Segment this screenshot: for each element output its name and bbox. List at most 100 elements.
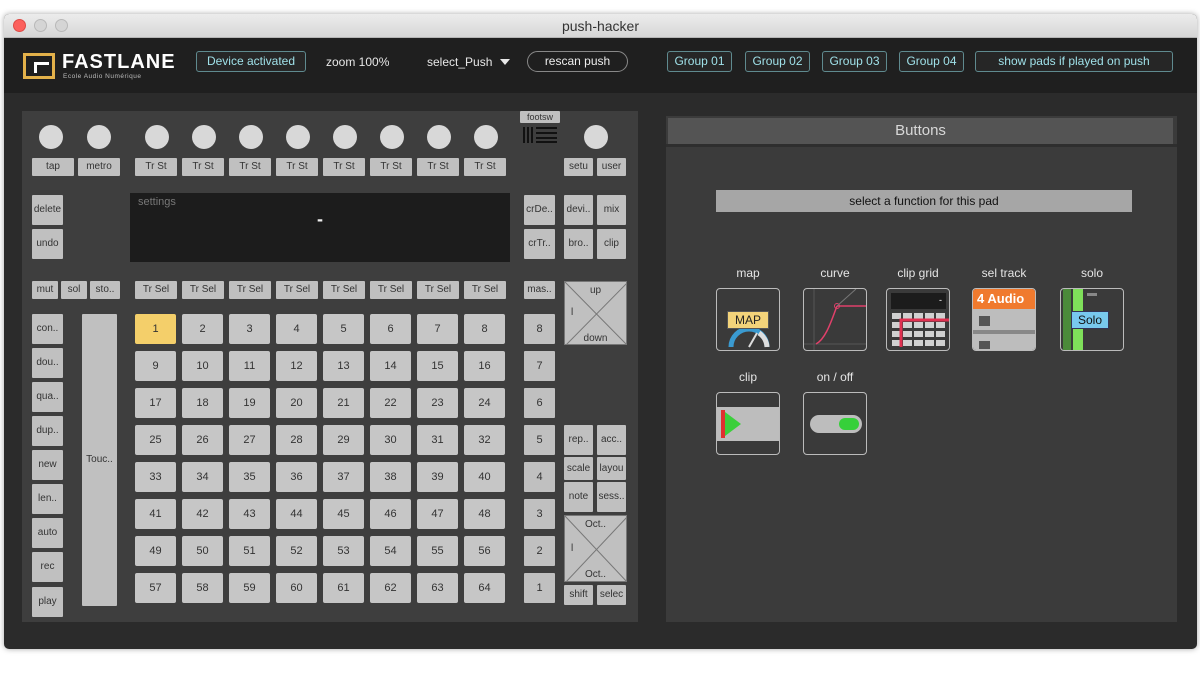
left-button-quantize[interactable]: qua.. [32, 382, 63, 412]
pad-button[interactable]: 56 [464, 536, 505, 566]
pad-button[interactable]: 3 [229, 314, 270, 344]
pad-button[interactable]: 9 [135, 351, 176, 381]
pad-button[interactable]: 31 [417, 425, 458, 455]
footswitch-label[interactable]: footsw [520, 111, 560, 123]
scene-button[interactable]: 6 [524, 388, 555, 418]
track-stop-button[interactable]: Tr St [417, 158, 459, 176]
pad-button[interactable]: 6 [370, 314, 411, 344]
device-button[interactable]: devi.. [564, 195, 593, 225]
browse-button[interactable]: bro.. [564, 229, 593, 259]
pad-button[interactable]: 55 [417, 536, 458, 566]
track-stop-button[interactable]: Tr St [370, 158, 412, 176]
track-select-button[interactable]: Tr Sel [370, 281, 412, 299]
close-window-button[interactable] [13, 19, 26, 32]
pad-button[interactable]: 21 [323, 388, 364, 418]
knob-track-8[interactable] [474, 125, 498, 149]
clip-function-button[interactable] [716, 392, 780, 455]
pad-button[interactable]: 49 [135, 536, 176, 566]
scene-button[interactable]: 3 [524, 499, 555, 529]
navigation-updown-box[interactable]: up l down [564, 281, 627, 345]
track-select-button[interactable]: Tr Sel [276, 281, 318, 299]
pad-button[interactable]: 46 [370, 499, 411, 529]
pad-button[interactable]: 61 [323, 573, 364, 603]
create-track-button[interactable]: crTr.. [524, 229, 555, 259]
clip-grid-function-button[interactable]: - [886, 288, 950, 351]
pad-button[interactable]: 50 [182, 536, 223, 566]
pad-button[interactable]: 39 [417, 462, 458, 492]
pad-button[interactable]: 28 [276, 425, 317, 455]
pad-button[interactable]: 48 [464, 499, 505, 529]
scene-button[interactable]: 8 [524, 314, 555, 344]
solo-function-button[interactable]: Solo [1060, 288, 1124, 351]
left-button-record[interactable]: rec [32, 552, 63, 582]
pad-button[interactable]: 45 [323, 499, 364, 529]
scene-button[interactable]: 1 [524, 573, 555, 603]
track-stop-button[interactable]: Tr St [182, 158, 224, 176]
pad-button[interactable]: 26 [182, 425, 223, 455]
pad-button[interactable]: 22 [370, 388, 411, 418]
map-function-button[interactable]: MAP [716, 288, 780, 351]
scene-button[interactable]: 7 [524, 351, 555, 381]
pad-button[interactable]: 42 [182, 499, 223, 529]
scene-button[interactable]: 2 [524, 536, 555, 566]
pad-button[interactable]: 8 [464, 314, 505, 344]
pad-button[interactable]: 24 [464, 388, 505, 418]
left-button-new[interactable]: new [32, 450, 63, 480]
left-button-play[interactable]: play [32, 587, 63, 617]
accent-button[interactable]: acc.. [597, 425, 626, 455]
rescan-push-button[interactable]: rescan push [527, 51, 628, 72]
solo-mode-button[interactable]: sol [61, 281, 87, 299]
pad-button[interactable]: 30 [370, 425, 411, 455]
track-select-button[interactable]: Tr Sel [323, 281, 365, 299]
knob-swing[interactable] [87, 125, 111, 149]
shift-button[interactable]: shift [564, 585, 593, 605]
track-select-button[interactable]: Tr Sel [464, 281, 506, 299]
pad-button[interactable]: 16 [464, 351, 505, 381]
track-select-button[interactable]: Tr Sel [417, 281, 459, 299]
pad-button[interactable]: 25 [135, 425, 176, 455]
track-stop-button[interactable]: Tr St [464, 158, 506, 176]
pad-button[interactable]: 20 [276, 388, 317, 418]
track-stop-button[interactable]: Tr St [323, 158, 365, 176]
pad-button[interactable]: 36 [276, 462, 317, 492]
knob-track-4[interactable] [286, 125, 310, 149]
minimize-window-button[interactable] [34, 19, 47, 32]
on-off-function-button[interactable] [803, 392, 867, 455]
pad-button[interactable]: 2 [182, 314, 223, 344]
repeat-button[interactable]: rep.. [564, 425, 593, 455]
scene-button[interactable]: 4 [524, 462, 555, 492]
pad-button[interactable]: 7 [417, 314, 458, 344]
knob-track-1[interactable] [145, 125, 169, 149]
pad-button[interactable]: 57 [135, 573, 176, 603]
nav-up-label[interactable]: up [565, 285, 626, 296]
pad-button[interactable]: 58 [182, 573, 223, 603]
group-02-button[interactable]: Group 02 [745, 51, 810, 72]
left-button-duplicate[interactable]: dup.. [32, 416, 63, 446]
left-button-convert[interactable]: con.. [32, 314, 63, 344]
select-push-dropdown[interactable]: select_Push [427, 55, 510, 69]
track-select-button[interactable]: Tr Sel [135, 281, 177, 299]
create-device-button[interactable]: crDe.. [524, 195, 555, 225]
pad-button[interactable]: 32 [464, 425, 505, 455]
group-01-button[interactable]: Group 01 [667, 51, 732, 72]
curve-function-button[interactable] [803, 288, 867, 351]
stop-button[interactable]: sto.. [90, 281, 120, 299]
pad-button[interactable]: 53 [323, 536, 364, 566]
track-stop-button[interactable]: Tr St [229, 158, 271, 176]
pad-button[interactable]: 44 [276, 499, 317, 529]
pad-button[interactable]: 47 [417, 499, 458, 529]
track-stop-button[interactable]: Tr St [276, 158, 318, 176]
pad-button[interactable]: 64 [464, 573, 505, 603]
knob-tempo[interactable] [39, 125, 63, 149]
octave-box[interactable]: Oct.. l Oct.. [564, 515, 627, 582]
octave-down-label[interactable]: Oct.. [565, 569, 626, 580]
pad-button[interactable]: 18 [182, 388, 223, 418]
pad-button[interactable]: 40 [464, 462, 505, 492]
pad-button[interactable]: 41 [135, 499, 176, 529]
pad-button[interactable]: 33 [135, 462, 176, 492]
pad-button[interactable]: 13 [323, 351, 364, 381]
pad-button[interactable]: 54 [370, 536, 411, 566]
select-button[interactable]: selec [597, 585, 626, 605]
pad-button[interactable]: 43 [229, 499, 270, 529]
tap-button[interactable]: tap [32, 158, 74, 176]
